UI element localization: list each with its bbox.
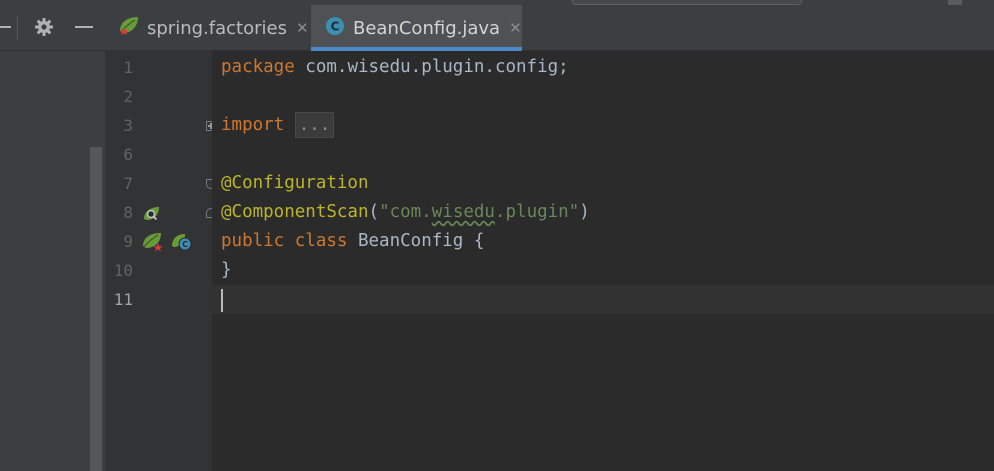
keyword: package xyxy=(221,57,295,77)
line-number: 1 xyxy=(123,58,133,77)
line-number: 2 xyxy=(123,87,133,106)
editor-tab-bar: spring.factories ✕ C BeanConfig.java ✕ xyxy=(0,5,994,51)
annotation: @ComponentScan xyxy=(221,202,369,222)
string-literal: .plugin" xyxy=(494,202,580,222)
tool-window-scrollbar[interactable] xyxy=(90,147,102,471)
string-literal: "com. xyxy=(379,202,432,222)
close-tab-icon[interactable]: ✕ xyxy=(509,19,522,37)
text-caret xyxy=(221,289,223,312)
current-line-highlight xyxy=(212,285,994,314)
code-line-3: import ... xyxy=(221,111,335,140)
editor-gutter: 1 2 3 6 7 8 9 10 11 C xyxy=(105,51,216,471)
toolbar-separator xyxy=(17,15,18,41)
annotation: @Configuration xyxy=(221,173,369,193)
tab-label: spring.factories xyxy=(147,17,287,39)
spring-bean-icon[interactable] xyxy=(141,231,167,257)
spring-configuration-icon[interactable]: C xyxy=(171,232,193,256)
code-line-10: } xyxy=(221,256,232,285)
spring-leaf-icon xyxy=(117,15,141,41)
svg-text:C: C xyxy=(182,240,188,249)
svg-text:C: C xyxy=(331,20,340,34)
line-number: 3 xyxy=(123,116,133,135)
gear-icon[interactable] xyxy=(31,14,57,40)
keyword: class xyxy=(294,231,348,251)
line-number: 6 xyxy=(123,145,133,164)
line-number: 9 xyxy=(123,232,133,251)
tab-label: BeanConfig.java xyxy=(353,17,501,39)
collapse-icon[interactable] xyxy=(0,14,16,40)
folded-imports[interactable]: ... xyxy=(294,112,335,138)
paren: ( xyxy=(368,202,380,222)
keyword: import xyxy=(221,115,285,135)
code-editor[interactable]: package com.wisedu.plugin.config; import… xyxy=(212,51,994,471)
line-number: 7 xyxy=(123,174,133,193)
code-line-9: public class BeanConfig { xyxy=(221,227,484,256)
closing-brace: } xyxy=(221,260,232,280)
code-line-1: package com.wisedu.plugin.config; xyxy=(221,53,569,82)
close-tab-icon[interactable]: ✕ xyxy=(296,19,309,37)
code-line-8: @ComponentScan("com.wisedu.plugin") xyxy=(221,198,590,227)
line-number: 8 xyxy=(123,203,133,222)
tab-beanconfig-java[interactable]: C BeanConfig.java ✕ xyxy=(311,5,522,51)
typo-squiggle[interactable]: wisedu xyxy=(432,202,495,222)
java-class-icon: C xyxy=(325,16,345,40)
paren: ) xyxy=(579,202,590,222)
tool-window-strip xyxy=(0,51,105,471)
code-text: com.wisedu.plugin.config; xyxy=(294,57,569,77)
minimize-icon[interactable] xyxy=(71,14,97,40)
spring-component-scan-icon[interactable] xyxy=(142,205,162,227)
line-number: 10 xyxy=(113,261,133,280)
code-line-7: @Configuration xyxy=(221,169,369,198)
tab-spring-factories[interactable]: spring.factories ✕ xyxy=(105,5,310,51)
keyword: public xyxy=(221,231,285,251)
line-number-current: 11 xyxy=(113,290,133,309)
class-name: BeanConfig { xyxy=(347,231,485,251)
